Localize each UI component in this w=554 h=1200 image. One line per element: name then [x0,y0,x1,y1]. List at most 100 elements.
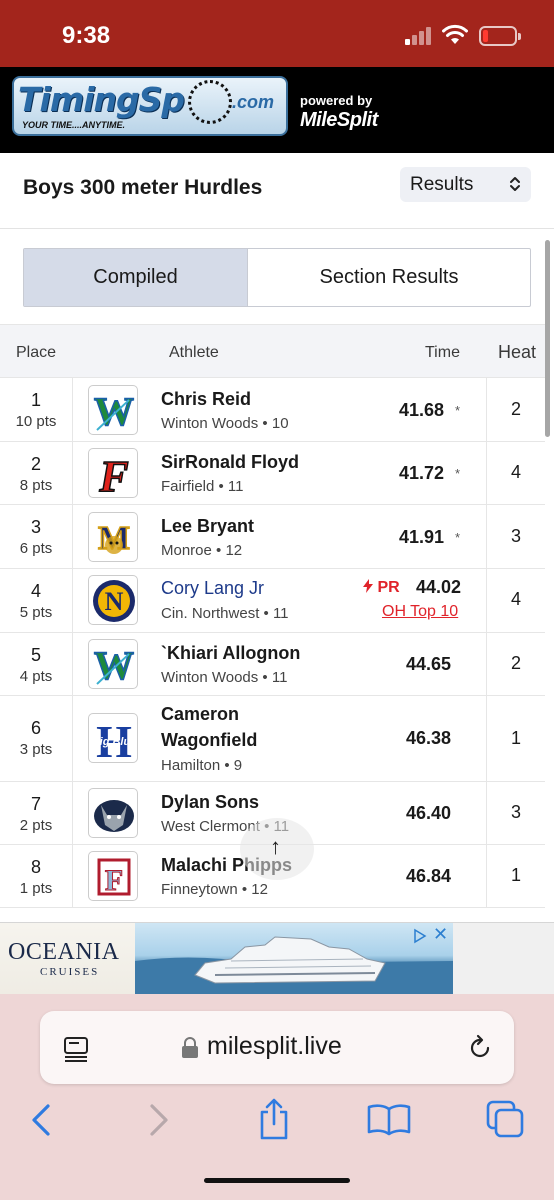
column-header-time[interactable]: Time [425,344,460,362]
heat-number: 3 [510,802,521,822]
athlete-name[interactable]: `Khiari Allognon [161,641,300,666]
place-number: 5 [30,645,41,665]
url-text[interactable]: milesplit.live [207,1032,342,1061]
view-select[interactable]: Results [400,167,531,202]
address-bar[interactable]: milesplit.live [40,1011,514,1084]
bookmarks-icon[interactable] [366,1102,412,1136]
status-time: 9:38 [62,22,111,49]
column-header-athlete[interactable]: Athlete [169,344,219,362]
forward-icon[interactable] [146,1102,172,1138]
pr-badge: PR [363,579,400,597]
athlete-school: Fairfield • 11 [161,478,244,495]
powered-by-label: powered by [300,93,373,108]
milesplit-logo[interactable]: MileSplit [300,109,378,132]
results-tabs: Compiled Section Results [23,248,531,307]
place-cell: 1 10 pts [0,378,73,441]
heat-cell: 1 [486,696,545,781]
athlete-name[interactable]: Lee Bryant [161,514,254,539]
cellular-signal-icon [405,27,435,45]
points: 1 pts [19,880,53,897]
athlete-name[interactable]: Dylan Sons [161,790,259,815]
scroll-to-top-button[interactable]: ↑ [240,818,314,880]
finneytown-logo: F [88,851,138,901]
advertisement-banner[interactable]: OCEANIA CRUISES ✕ [0,922,554,995]
clock-icon [188,80,232,124]
timingspot-logo[interactable]: TimingSp .com YOUR TIME....ANYTIME. [12,76,288,136]
back-icon[interactable] [28,1102,54,1138]
arrow-up-icon: ↑ [270,834,281,859]
heat-number: 2 [510,399,521,419]
place-number: 1 [30,390,41,410]
athlete-name-first[interactable]: Cameron [161,702,239,727]
logo-wordmark: TimingSp [18,80,185,119]
heat-cell: 4 [486,569,545,632]
logo-tagline: YOUR TIME....ANYTIME. [22,120,126,130]
tab-section-results[interactable]: Section Results [248,249,530,306]
svg-text:N: N [105,587,124,616]
result-time: 46.84 [405,866,451,886]
points: 10 pts [15,413,57,430]
state-rank-link[interactable]: OH Top 10 [382,603,458,621]
monroe-logo: M [88,512,138,562]
table-row[interactable]: 5 4 pts W `Khiari Allognon Winton Woods … [0,633,545,696]
table-row[interactable]: 6 3 pts H Big Blue Cameron Wagonfield Ham… [0,696,545,782]
result-time: 41.72 [398,463,444,483]
heat-number: 1 [510,865,521,885]
result-time: 44.65 [405,654,451,674]
wifi-icon [442,24,468,44]
fairfield-logo: F [88,448,138,498]
divider [0,228,554,229]
points: 2 pts [19,817,53,834]
time-mark: * [455,530,461,545]
table-header: Place Athlete Time Heat [0,324,545,378]
home-indicator [204,1178,350,1183]
points: 5 pts [19,604,53,621]
place-number: 2 [30,454,41,474]
result-time: 44.02 [415,577,461,597]
column-header-heat[interactable]: Heat [498,342,536,363]
table-row[interactable]: 1 10 pts W Chris Reid Winton Woods • 10 … [0,378,545,442]
athlete-name[interactable]: SirRonald Floyd [161,450,299,475]
west-clermont-logo [88,788,138,838]
heat-number: 1 [510,728,521,748]
heat-number: 4 [510,462,521,482]
place-cell: 5 4 pts [0,633,73,695]
pr-label: PR [377,579,400,596]
table-row[interactable]: 4 5 pts N Cory Lang Jr Cin. Northwest • … [0,569,545,633]
place-cell: 8 1 pts [0,845,73,907]
battery-icon [479,26,521,46]
heat-cell: 2 [486,378,545,441]
heat-number: 3 [510,526,521,546]
heat-cell: 3 [486,505,545,568]
share-icon[interactable] [256,1096,292,1142]
ad-choices-icon[interactable] [412,928,428,944]
reader-mode-icon[interactable] [62,1035,90,1063]
table-row[interactable]: 2 8 pts F SirRonald Floyd Fairfield • 11… [0,442,545,505]
athlete-name[interactable]: Chris Reid [161,387,251,412]
hamilton-logo-text: Big Blue [92,736,137,748]
points: 8 pts [19,477,53,494]
svg-text:F: F [98,452,128,498]
result-time: 41.91 [398,527,444,547]
place-number: 4 [30,581,41,601]
ad-brand-panel: OCEANIA CRUISES [0,923,135,995]
place-number: 8 [30,857,41,877]
athlete-school: Finneytown • 12 [161,881,268,898]
athlete-name-link[interactable]: Cory Lang Jr [161,576,264,601]
column-header-place[interactable]: Place [16,344,56,362]
tab-compiled[interactable]: Compiled [24,249,248,306]
ad-close-icon[interactable]: ✕ [433,924,448,945]
athlete-name-last[interactable]: Wagonfield [161,728,257,753]
table-row[interactable]: 3 6 pts M Lee Bryant Monroe • 12 41.91 *… [0,505,545,569]
status-bar: 9:38 [0,0,554,67]
scrollbar[interactable] [545,240,550,437]
place-number: 7 [30,794,41,814]
browser-toolbar: milesplit.live [0,994,554,1200]
reload-icon[interactable] [466,1034,494,1062]
logo-domain: .com [232,92,275,112]
tabs-icon[interactable] [484,1098,526,1140]
time-mark: * [455,466,461,481]
ad-brand: OCEANIA [8,939,120,965]
athlete-school: Monroe • 12 [161,542,243,559]
place-cell: 2 8 pts [0,442,73,504]
